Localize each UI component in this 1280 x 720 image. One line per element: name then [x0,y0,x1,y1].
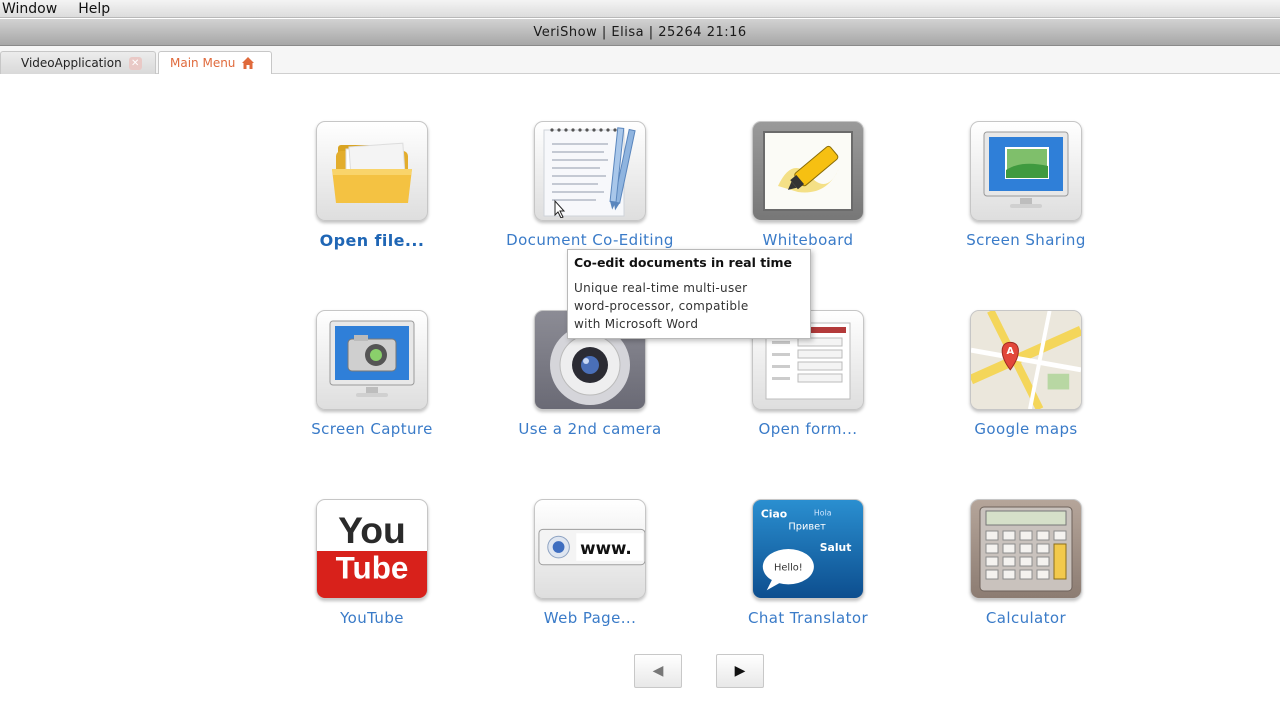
map-icon: A [971,311,1081,409]
tooltip-line: Unique real-time multi-user [574,281,748,295]
youtube-icon: You Tube [336,509,409,585]
app-calculator[interactable]: Calculator [936,499,1116,627]
translator-word: Salut [820,541,852,554]
calculator-icon [979,506,1073,592]
app-tile[interactable] [752,121,864,221]
highlighter-icon [763,131,853,211]
app-open-file[interactable]: Open file... [282,121,462,250]
app-google-maps[interactable]: A Google maps [936,310,1116,438]
app-tile[interactable]: Ciao Hola Привет Salut Hello! [752,499,864,599]
translator-word: Привет [788,521,826,532]
app-document-co-editing[interactable]: Document Co-Editing [500,121,680,249]
tooltip-line: word-processor, compatible [574,299,749,313]
app-label[interactable]: Google maps [974,420,1077,438]
previous-page-button[interactable]: ◀ [634,654,682,688]
app-label[interactable]: Screen Sharing [966,231,1086,249]
app-label[interactable]: Web Page... [544,609,637,627]
app-tile[interactable] [970,499,1082,599]
youtube-logo-you: You [338,509,406,551]
chevron-left-icon: ◀ [652,663,664,679]
browser-address-text: www. [580,539,632,558]
app-grid: Open file... Document Co-Editing Whitebo… [0,0,1280,720]
app-label[interactable]: Chat Translator [748,609,868,627]
app-label[interactable]: Open form... [759,420,858,438]
app-whiteboard[interactable]: Whiteboard [718,121,898,249]
tooltip-body: Unique real-time multi-user word-process… [574,279,804,333]
folder-icon [332,142,412,203]
app-label[interactable]: Screen Capture [311,420,433,438]
app-label[interactable]: Open file... [320,231,425,250]
tooltip-line: with Microsoft Word [574,317,699,331]
app-tile[interactable]: www. [534,499,646,599]
app-label[interactable]: Whiteboard [763,231,854,249]
camera-monitor-icon [329,320,415,397]
app-tile[interactable] [970,121,1082,221]
translator-word: Hola [814,509,832,518]
translator-icon: Ciao Hola Привет Salut Hello! [761,508,852,591]
app-tile[interactable] [316,310,428,410]
app-chat-translator[interactable]: Ciao Hola Привет Salut Hello! Chat Trans… [718,499,898,627]
app-label[interactable]: Use a 2nd camera [518,420,661,438]
app-tile[interactable]: You Tube [316,499,428,599]
app-label[interactable]: YouTube [340,609,404,627]
app-tile[interactable] [316,121,428,221]
app-youtube[interactable]: You Tube YouTube [282,499,462,627]
monitor-icon [983,131,1069,208]
youtube-logo-tube: Tube [336,550,409,585]
app-label[interactable]: Calculator [986,609,1066,627]
notepad-icon [543,127,636,218]
browser-address-icon: www. [538,528,645,566]
app-web-page[interactable]: www. Web Page... [500,499,680,627]
tooltip-title: Co-edit documents in real time [574,255,793,270]
translator-bubble-word: Hello! [774,563,803,574]
next-page-button[interactable]: ▶ [716,654,764,688]
chevron-right-icon: ▶ [734,663,746,679]
tooltip-document-co-editing: Co-edit documents in real time Unique re… [567,249,811,339]
translator-word: Ciao [761,508,787,521]
app-screen-sharing[interactable]: Screen Sharing [936,121,1116,249]
map-marker-letter: A [1006,346,1014,357]
app-tile[interactable] [534,121,646,221]
app-label[interactable]: Document Co-Editing [506,231,674,249]
app-tile[interactable]: A [970,310,1082,410]
app-screen-capture[interactable]: Screen Capture [282,310,462,438]
